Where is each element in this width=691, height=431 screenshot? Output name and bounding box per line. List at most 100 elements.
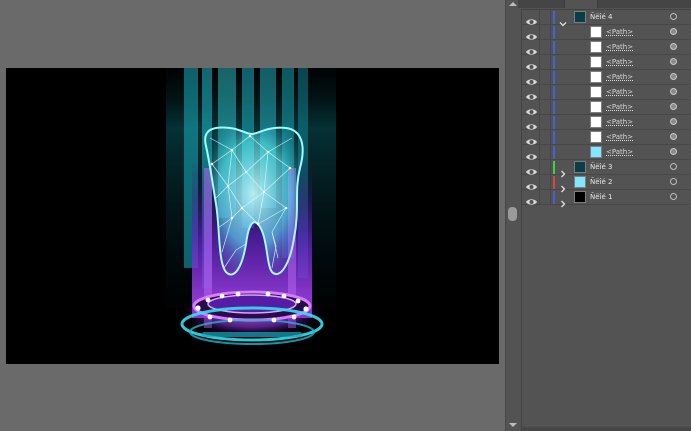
chevron-right-icon[interactable] xyxy=(559,193,567,208)
layer-row[interactable]: Ñëîé 2 xyxy=(522,175,690,193)
eye-icon[interactable] xyxy=(525,147,538,160)
layer-name[interactable]: <Path> xyxy=(606,116,633,129)
chevron-right-icon[interactable] xyxy=(559,178,567,193)
scroll-down-icon[interactable] xyxy=(509,423,517,427)
vertical-scrollbar[interactable] xyxy=(505,0,518,431)
target-circle-icon[interactable] xyxy=(670,58,677,65)
target-circle-icon[interactable] xyxy=(670,88,677,95)
layer-color-indicator xyxy=(553,41,555,54)
eye-icon[interactable] xyxy=(525,72,538,85)
layer-name[interactable]: Ñëîé 4 xyxy=(590,11,612,24)
layer-name[interactable]: <Path> xyxy=(606,131,633,144)
layer-row[interactable]: Ñëîé 3 xyxy=(522,160,690,178)
canvas-workspace[interactable] xyxy=(0,0,505,431)
target-circle-icon[interactable] xyxy=(670,73,677,80)
eye-icon[interactable] xyxy=(525,27,538,40)
sublayer-path-row[interactable]: <Path> xyxy=(522,55,690,70)
layer-color-indicator xyxy=(553,101,555,114)
layer-thumbnail xyxy=(590,86,602,98)
layer-name[interactable]: <Path> xyxy=(606,56,633,69)
scrollbar-thumb[interactable] xyxy=(508,207,517,221)
artboard[interactable] xyxy=(6,68,499,364)
sublayer-path-row[interactable]: <Path> xyxy=(522,145,690,160)
lock-toggle[interactable] xyxy=(539,85,551,99)
eye-icon[interactable] xyxy=(525,87,538,100)
layer-name[interactable]: <Path> xyxy=(606,71,633,84)
lock-toggle[interactable] xyxy=(539,70,551,84)
panel-footer xyxy=(521,427,691,431)
lock-toggle[interactable] xyxy=(539,100,551,114)
layer-thumbnail xyxy=(590,56,602,68)
lock-toggle[interactable] xyxy=(539,130,551,144)
layer-row[interactable]: Ñëîé 4 xyxy=(522,10,690,27)
layer-color-indicator xyxy=(553,56,555,69)
sublayer-path-row[interactable]: <Path> xyxy=(522,100,690,115)
eye-icon[interactable] xyxy=(525,12,538,25)
target-circle-icon[interactable] xyxy=(670,178,677,185)
layer-color-indicator xyxy=(553,146,555,159)
sublayer-path-row[interactable]: <Path> xyxy=(522,40,690,55)
target-circle-icon[interactable] xyxy=(670,43,677,50)
layer-name[interactable]: Ñëîé 2 xyxy=(590,176,612,189)
lock-toggle[interactable] xyxy=(539,25,551,39)
lock-toggle[interactable] xyxy=(539,175,551,189)
eye-icon[interactable] xyxy=(525,117,538,130)
lock-toggle[interactable] xyxy=(539,10,551,24)
eye-icon[interactable] xyxy=(525,132,538,145)
layer-color-indicator xyxy=(553,71,555,84)
eye-icon[interactable] xyxy=(525,102,538,115)
layer-thumbnail xyxy=(590,131,602,143)
target-circle-icon[interactable] xyxy=(670,163,677,170)
target-circle-icon[interactable] xyxy=(670,193,677,200)
sublayer-path-row[interactable]: <Path> xyxy=(522,25,690,40)
sublayer-path-row[interactable]: <Path> xyxy=(522,70,690,85)
layer-color-indicator xyxy=(553,26,555,39)
eye-icon[interactable] xyxy=(525,57,538,70)
layer-name[interactable]: <Path> xyxy=(606,86,633,99)
lock-toggle[interactable] xyxy=(539,55,551,69)
sublayer-path-row[interactable]: <Path> xyxy=(522,85,690,100)
eye-icon[interactable] xyxy=(525,162,538,175)
layer-color-indicator xyxy=(553,191,555,204)
layer-color-indicator xyxy=(553,86,555,99)
layer-thumbnail xyxy=(574,11,586,23)
target-circle-icon[interactable] xyxy=(670,28,677,35)
eye-icon[interactable] xyxy=(525,42,538,55)
layer-list[interactable]: Ñëîé 4 <Path> <Path> <Path> <Path> <Path> <Pat… xyxy=(521,9,691,429)
lock-toggle[interactable] xyxy=(539,115,551,129)
layer-name[interactable]: <Path> xyxy=(606,41,633,54)
layer-color-indicator xyxy=(553,11,555,24)
lock-toggle[interactable] xyxy=(539,145,551,159)
layer-thumbnail xyxy=(590,116,602,128)
tooth-hologram-artwork xyxy=(6,68,499,364)
layer-color-indicator xyxy=(553,131,555,144)
layer-name[interactable]: Ñëîé 3 xyxy=(590,161,612,174)
scroll-up-icon[interactable] xyxy=(509,2,517,6)
lock-toggle[interactable] xyxy=(539,190,551,204)
layer-thumbnail xyxy=(574,176,586,188)
layer-row[interactable]: Ñëîé 1 xyxy=(522,190,690,208)
lock-toggle[interactable] xyxy=(539,160,551,174)
lock-toggle[interactable] xyxy=(539,40,551,54)
layer-name[interactable]: Ñëîé 1 xyxy=(590,191,612,204)
layer-thumbnail xyxy=(574,191,586,203)
layer-name[interactable]: <Path> xyxy=(606,146,633,159)
layer-name[interactable]: <Path> xyxy=(606,26,633,39)
layer-name[interactable]: <Path> xyxy=(606,101,633,114)
eye-icon[interactable] xyxy=(525,177,538,190)
target-circle-icon[interactable] xyxy=(670,13,677,20)
target-circle-icon[interactable] xyxy=(670,118,677,125)
target-circle-icon[interactable] xyxy=(670,133,677,140)
layer-thumbnail xyxy=(590,41,602,53)
chevron-down-icon[interactable] xyxy=(559,13,567,27)
eye-icon[interactable] xyxy=(525,192,538,205)
layer-thumbnail xyxy=(590,71,602,83)
target-circle-icon[interactable] xyxy=(670,103,677,110)
chevron-right-icon[interactable] xyxy=(559,163,567,178)
layer-thumbnail xyxy=(590,146,602,158)
sublayer-path-row[interactable]: <Path> xyxy=(522,115,690,130)
tab-layers[interactable] xyxy=(564,0,598,8)
sublayer-path-row[interactable]: <Path> xyxy=(522,130,690,145)
target-circle-icon[interactable] xyxy=(670,148,677,155)
panel-tab-strip xyxy=(518,0,691,8)
